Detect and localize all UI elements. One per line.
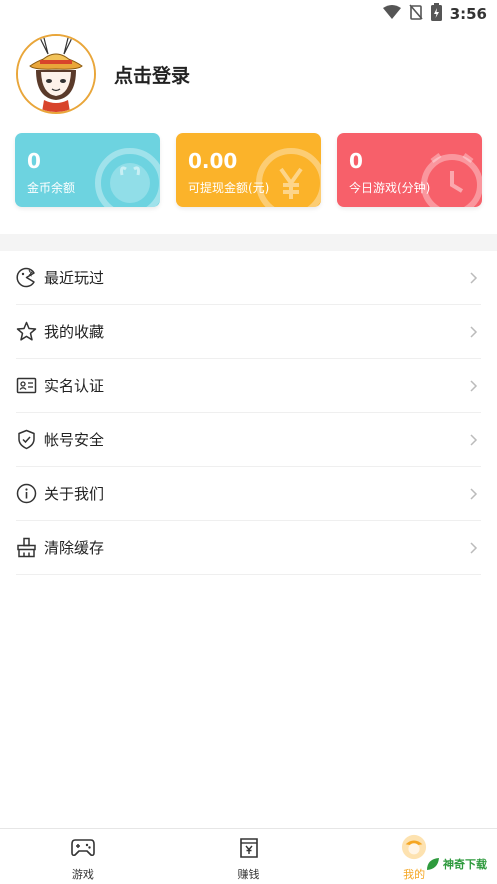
battery-charging-icon <box>430 3 442 25</box>
watermark-text: 神奇下载 <box>443 858 487 871</box>
settings-menu: 最近玩过 我的收藏 实名认证 帐号安全 关于我们 清除缓存 <box>16 251 481 575</box>
nav-tab-games[interactable]: 游戏 <box>0 829 166 884</box>
chevron-right-icon <box>470 487 478 500</box>
menu-item-security[interactable]: 帐号安全 <box>16 413 481 467</box>
coin-balance-card[interactable]: 0 金币余额 <box>15 133 160 207</box>
menu-label-verification: 实名认证 <box>44 377 105 395</box>
shield-check-icon <box>16 429 37 450</box>
recent-game-icon <box>16 267 37 288</box>
section-divider <box>0 234 497 251</box>
bottom-nav: 游戏 赚钱 我的 <box>0 828 497 884</box>
no-signal-icon <box>409 4 423 24</box>
stats-cards: 0 金币余额 0.00 可提现金额(元) 0 今日游戏(分钟) <box>15 133 482 207</box>
menu-label-about: 关于我们 <box>44 485 105 503</box>
menu-label-clear-cache: 清除缓存 <box>44 539 105 557</box>
avatar[interactable] <box>16 34 96 114</box>
menu-item-about[interactable]: 关于我们 <box>16 467 481 521</box>
withdrawable-label: 可提现金额(元) <box>188 181 270 195</box>
watermark: 神奇下载 <box>426 856 487 872</box>
clock-icon <box>421 153 482 207</box>
login-prompt[interactable]: 点击登录 <box>114 61 190 88</box>
chevron-right-icon <box>470 271 478 284</box>
money-bag-icon <box>236 834 262 860</box>
menu-item-favorites[interactable]: 我的收藏 <box>16 305 481 359</box>
today-game-value: 0 <box>349 149 363 173</box>
wifi-icon <box>382 4 401 24</box>
nav-label-games: 游戏 <box>71 868 94 881</box>
chevron-right-icon <box>470 379 478 392</box>
menu-item-clear-cache[interactable]: 清除缓存 <box>16 521 481 575</box>
status-time: 3:56 <box>449 5 487 23</box>
status-bar: 3:56 <box>0 0 497 28</box>
yen-coin-icon <box>256 148 321 207</box>
withdrawable-card[interactable]: 0.00 可提现金额(元) <box>176 133 321 207</box>
withdrawable-value: 0.00 <box>188 149 238 173</box>
id-card-icon <box>16 375 37 396</box>
profile-header[interactable]: 点击登录 <box>16 34 190 114</box>
today-game-card[interactable]: 0 今日游戏(分钟) <box>337 133 482 207</box>
gamepad-icon <box>70 834 96 860</box>
info-icon <box>16 483 37 504</box>
nav-label-mine: 我的 <box>403 868 426 881</box>
nav-tab-earn[interactable]: 赚钱 <box>166 829 332 884</box>
menu-item-recent[interactable]: 最近玩过 <box>16 251 481 305</box>
menu-label-favorites: 我的收藏 <box>44 323 105 341</box>
star-icon <box>16 321 37 342</box>
status-icons: 3:56 <box>382 3 487 25</box>
chevron-right-icon <box>470 433 478 446</box>
nav-label-earn: 赚钱 <box>237 868 260 881</box>
avatar-nav-icon <box>401 834 427 860</box>
coin-balance-label: 金币余额 <box>27 181 76 195</box>
chevron-right-icon <box>470 541 478 554</box>
rabbit-coin-icon <box>95 148 160 207</box>
broom-icon <box>16 537 37 558</box>
menu-label-security: 帐号安全 <box>44 431 105 449</box>
menu-item-verification[interactable]: 实名认证 <box>16 359 481 413</box>
coin-balance-value: 0 <box>27 149 41 173</box>
chevron-right-icon <box>470 325 478 338</box>
today-game-label: 今日游戏(分钟) <box>349 181 431 195</box>
leaf-logo-icon <box>427 858 439 870</box>
menu-label-recent: 最近玩过 <box>44 269 105 287</box>
